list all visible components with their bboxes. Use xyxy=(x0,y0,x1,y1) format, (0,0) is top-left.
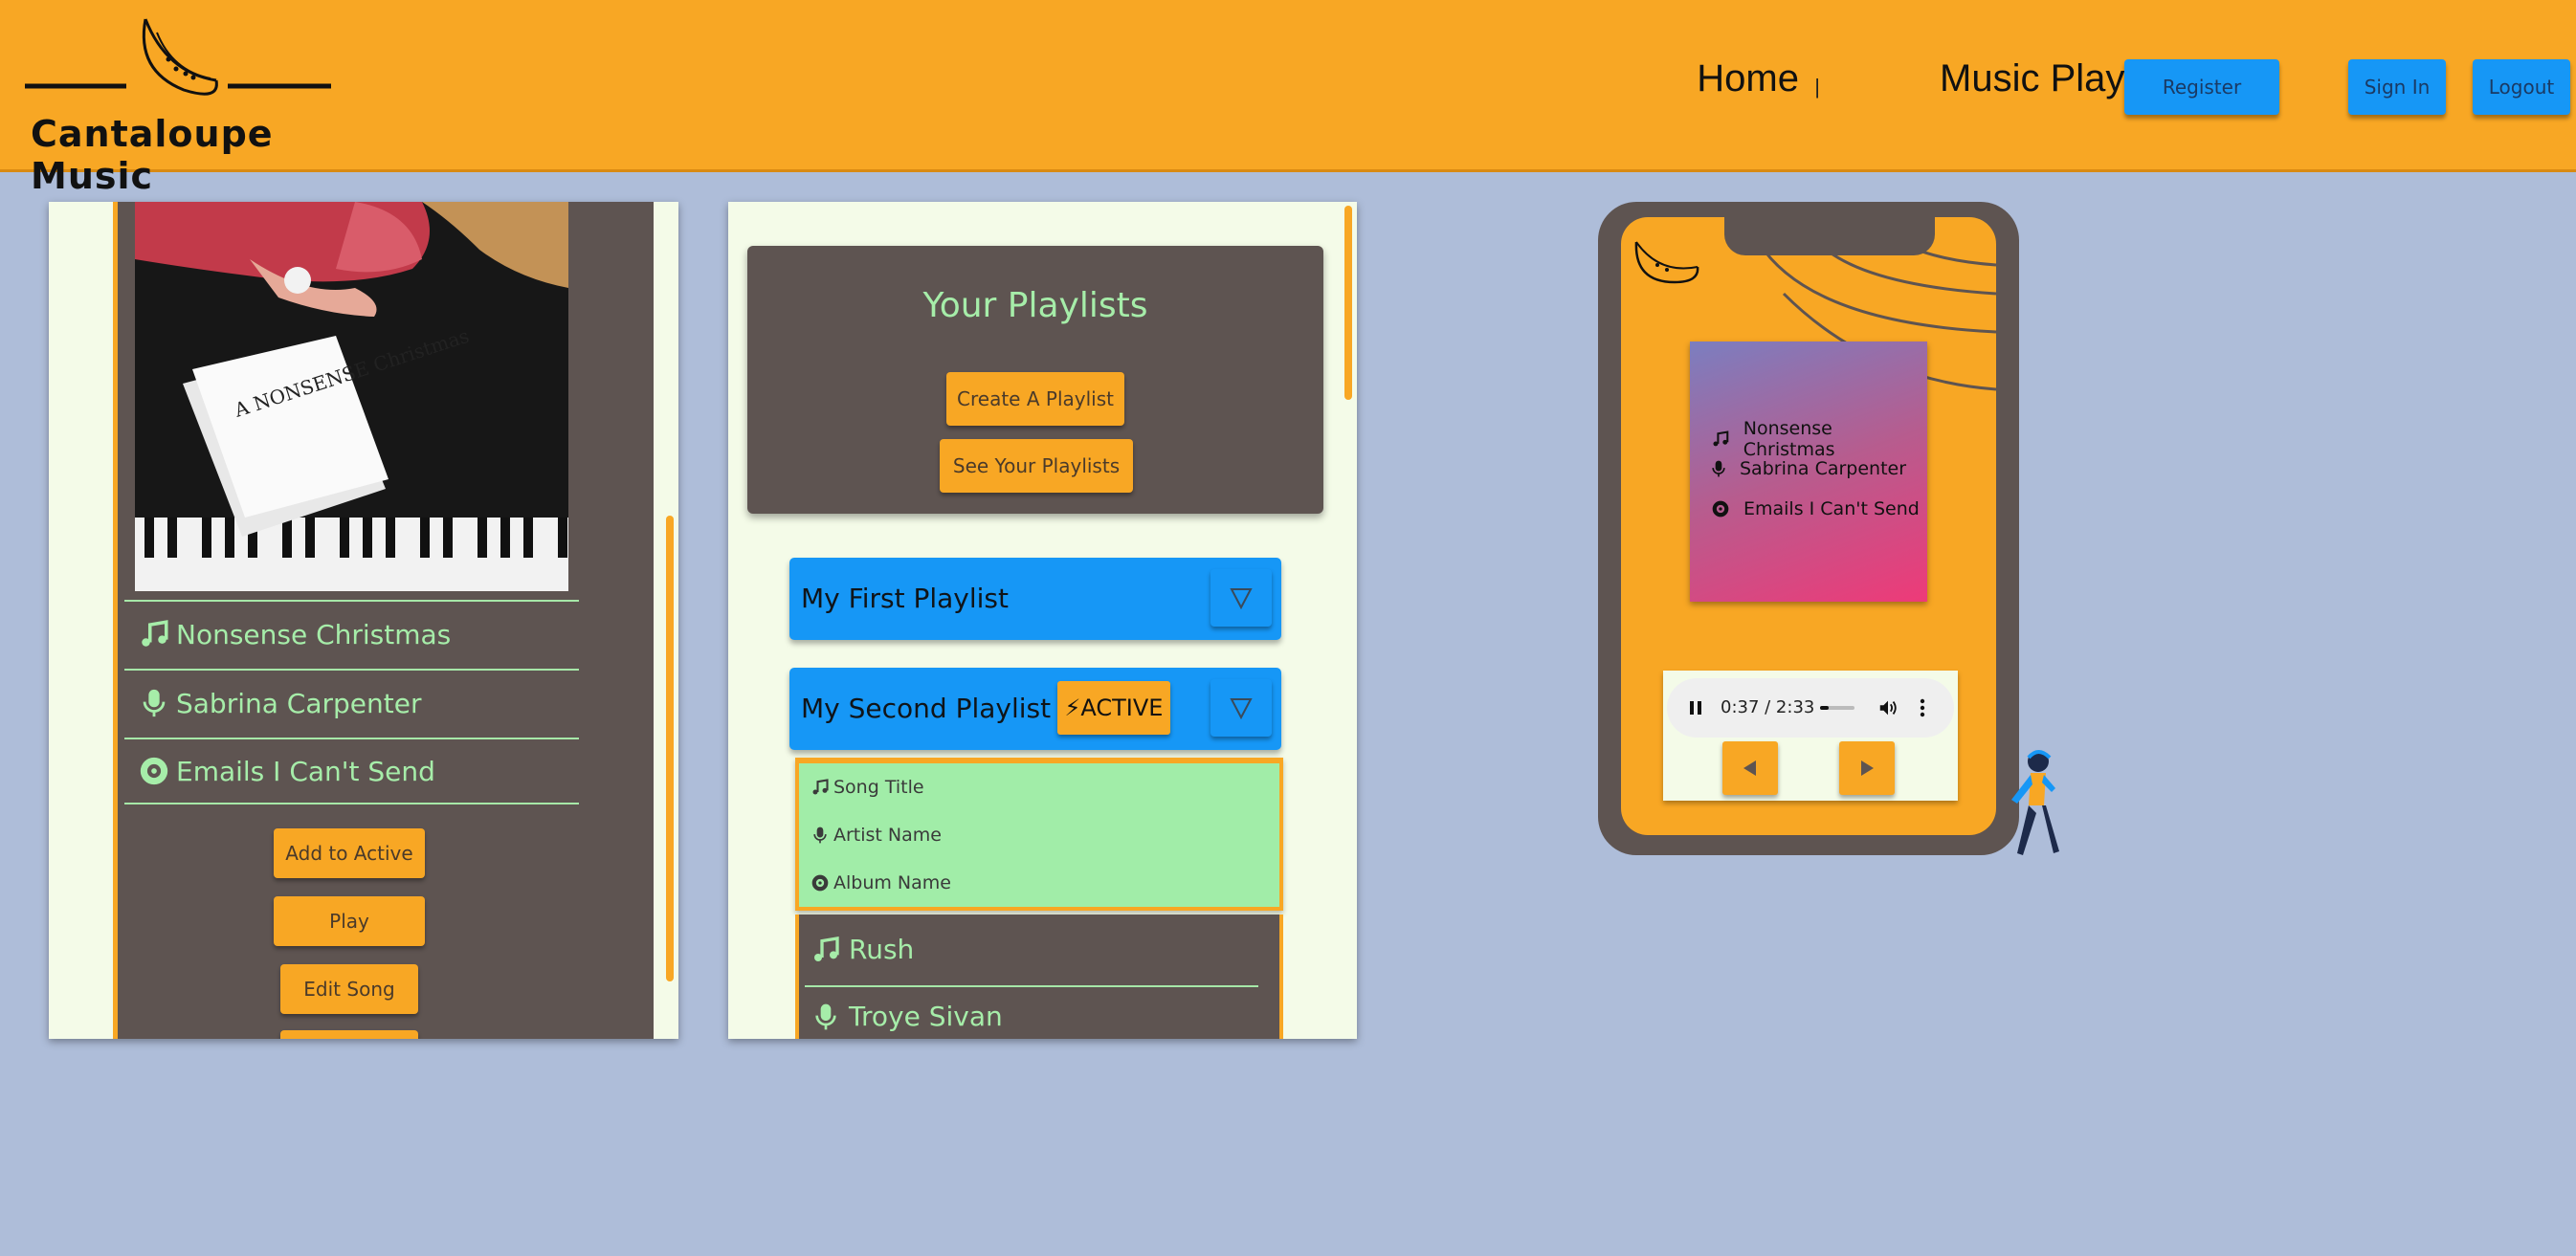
music-note-icon xyxy=(142,620,168,647)
phone-player: Nonsense Christmas Sabrina Carpenter Ema… xyxy=(1598,202,2019,855)
delete-song-button[interactable] xyxy=(280,1030,418,1039)
now-playing-card: Nonsense Christmas Sabrina Carpenter Ema… xyxy=(1690,342,1927,602)
song-artist-row: Sabrina Carpenter xyxy=(124,669,579,736)
microphone-icon xyxy=(815,1003,836,1029)
song-title: Rush xyxy=(849,934,915,965)
audio-player: 0:37 / 2:33 xyxy=(1663,671,1958,801)
playlists-heading: Your Playlists xyxy=(922,286,1148,325)
triangle-left-icon xyxy=(1743,760,1756,776)
add-to-active-button[interactable]: Add to Active xyxy=(274,828,425,878)
edit-song-button[interactable]: Edit Song xyxy=(280,964,418,1014)
now-playing-album: Emails I Can't Send xyxy=(1711,498,1920,519)
album-name-header: Album Name xyxy=(811,872,951,893)
disc-icon xyxy=(811,874,829,892)
playlist-song-title: Rush xyxy=(811,934,914,965)
artist-name-header: Artist Name xyxy=(811,825,942,846)
next-track-button[interactable] xyxy=(1839,741,1895,795)
see-playlists-button[interactable]: See Your Playlists xyxy=(940,439,1133,493)
song-card: A NONSENSE Christmas Nonsense Christmas … xyxy=(113,202,654,1039)
album-text: Emails I Can't Send xyxy=(1743,498,1920,519)
playback-time: 0:37 / 2:33 xyxy=(1721,697,1815,717)
artist-text: Sabrina Carpenter xyxy=(1740,458,1907,479)
audio-controls: 0:37 / 2:33 xyxy=(1667,678,1954,738)
more-options-icon[interactable] xyxy=(1918,697,1927,718)
playlists-panel[interactable]: Your Playlists Create A Playlist See You… xyxy=(728,202,1357,1039)
song-album-row: Emails I Can't Send xyxy=(124,738,579,804)
playlist-row[interactable]: My First Playlist xyxy=(789,558,1281,640)
playlist-song-artist: Troye Sivan xyxy=(811,1001,1003,1032)
playlist-name: My First Playlist xyxy=(801,583,1009,614)
disc-icon xyxy=(140,757,168,785)
music-note-icon xyxy=(814,936,839,961)
playlist-column-headers: Song Title Artist Name Album Name xyxy=(795,758,1283,911)
seek-slider[interactable] xyxy=(1820,706,1854,710)
title-text: Nonsense Christmas xyxy=(1743,418,1835,460)
microphone-icon xyxy=(813,826,827,844)
phone-screen: Nonsense Christmas Sabrina Carpenter Ema… xyxy=(1621,217,1996,835)
music-note-icon xyxy=(1713,430,1729,447)
previous-track-button[interactable] xyxy=(1722,741,1778,795)
volume-icon[interactable] xyxy=(1877,697,1899,718)
register-button[interactable]: Register xyxy=(2124,59,2279,115)
playlist-name: My Second Playlist xyxy=(801,693,1052,724)
nav-home-link[interactable]: Home xyxy=(1697,57,1799,100)
playlist-song-item[interactable]: Rush Troye Sivan xyxy=(795,914,1283,1039)
song-album: Emails I Can't Send xyxy=(176,755,435,787)
scrollbar[interactable] xyxy=(666,516,674,981)
site-header: Cantaloupe Music Home | Music Player | R… xyxy=(0,0,2576,197)
now-playing-title: Nonsense Christmas xyxy=(1711,418,1927,460)
active-badge: ⚡ACTIVE xyxy=(1057,681,1170,735)
person-illustration xyxy=(2011,750,2059,855)
create-playlist-button[interactable]: Create A Playlist xyxy=(946,372,1124,426)
header-label: Artist Name xyxy=(833,825,942,846)
triangle-right-icon xyxy=(1861,760,1874,776)
album-art: A NONSENSE Christmas xyxy=(135,202,568,591)
phone-notch xyxy=(1724,217,1935,255)
nav-separator: | xyxy=(1814,75,1820,99)
brand-logo[interactable]: Cantaloupe Music xyxy=(23,13,339,197)
triangle-down-icon xyxy=(1230,698,1253,720)
song-details-panel[interactable]: A NONSENSE Christmas Nonsense Christmas … xyxy=(49,202,678,1039)
song-artist: Troye Sivan xyxy=(849,1001,1003,1032)
play-button[interactable]: Play xyxy=(274,896,425,946)
microphone-icon xyxy=(143,689,166,717)
scrollbar[interactable] xyxy=(1344,206,1352,400)
divider xyxy=(805,985,1258,987)
microphone-icon xyxy=(1712,460,1725,477)
logout-button[interactable]: Logout xyxy=(2473,59,2570,115)
brand-name: Cantaloupe Music xyxy=(31,113,274,197)
disc-icon xyxy=(1712,500,1729,518)
melon-slice-icon xyxy=(25,18,331,96)
song-title-row: Nonsense Christmas xyxy=(124,600,579,667)
seek-progress xyxy=(1820,706,1829,710)
album-cover-image: A NONSENSE Christmas xyxy=(135,202,568,591)
melon-slice-icon xyxy=(1634,241,1699,284)
pause-icon[interactable] xyxy=(1686,698,1705,717)
header-label: Song Title xyxy=(833,777,924,798)
playlist-row-active[interactable]: My Second Playlist ⚡ACTIVE xyxy=(789,668,1281,750)
now-playing-artist: Sabrina Carpenter xyxy=(1709,458,1906,479)
song-title: Nonsense Christmas xyxy=(176,618,452,650)
triangle-down-icon xyxy=(1230,588,1253,610)
song-title-header: Song Title xyxy=(811,777,924,798)
expand-toggle-button[interactable] xyxy=(1210,679,1272,737)
your-playlists-card: Your Playlists Create A Playlist See You… xyxy=(747,246,1323,514)
music-note-icon xyxy=(812,779,829,795)
top-nav: Home | Music Player | Register Sign In L… xyxy=(1619,0,2576,172)
expand-toggle-button[interactable] xyxy=(1210,569,1272,627)
sign-in-button[interactable]: Sign In xyxy=(2348,59,2446,115)
song-artist: Sabrina Carpenter xyxy=(176,687,422,719)
header-label: Album Name xyxy=(833,872,951,893)
